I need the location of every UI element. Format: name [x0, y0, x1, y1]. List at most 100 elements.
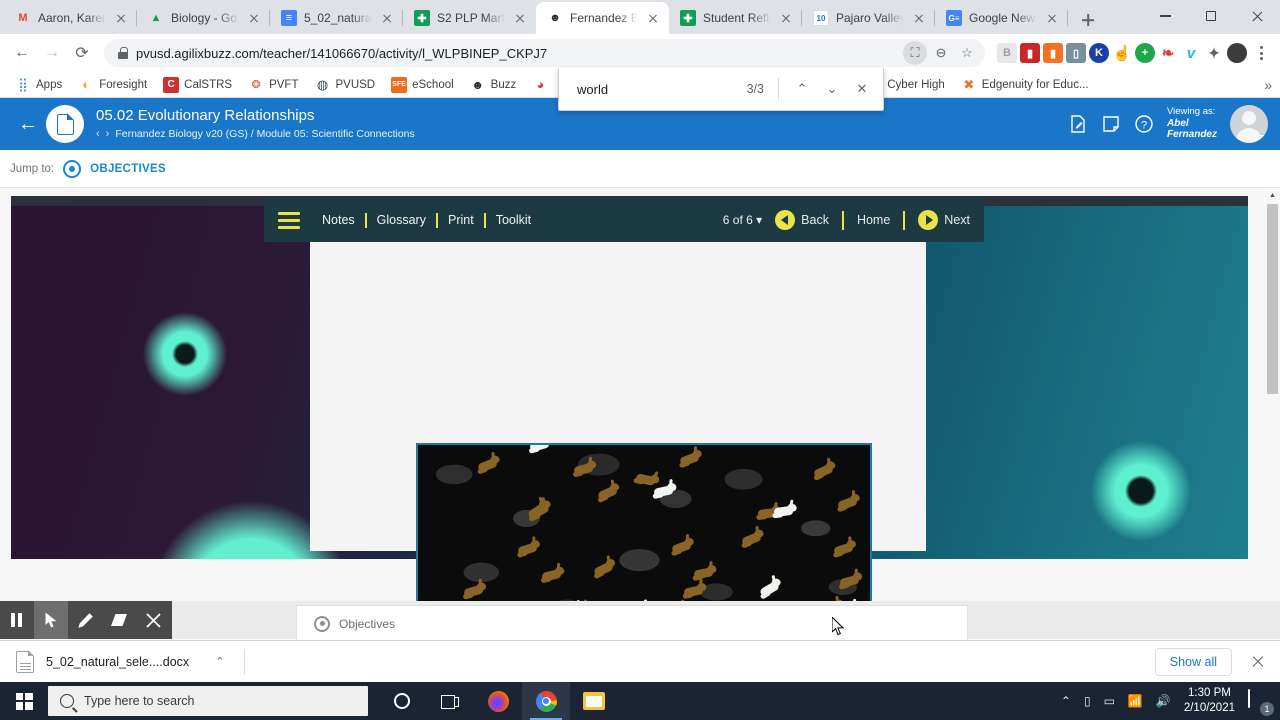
brown-rabbit	[675, 446, 704, 470]
hamburger-menu-icon[interactable]	[278, 211, 300, 229]
edit-doc-icon[interactable]	[1068, 114, 1088, 134]
find-previous-icon[interactable]: ⌃	[787, 74, 817, 104]
scrollbar-thumb[interactable]	[1267, 204, 1278, 394]
breadcrumb-prev-icon[interactable]: ‹	[96, 128, 100, 142]
brown-rabbit	[537, 562, 565, 585]
clock-time: 1:30 PM	[1188, 687, 1231, 700]
objectives-target-icon	[63, 159, 82, 178]
next-circle-icon	[918, 210, 939, 230]
wifi-icon[interactable]: 📶	[1128, 694, 1143, 708]
white-rabbit	[525, 445, 554, 455]
windows-taskbar: Type here to search ⌃ ▯ ▭ 📶 🔊 1:30 PM 2/…	[0, 682, 1280, 720]
app-header-actions: ? Viewing as: Abel Fernandez	[1068, 105, 1268, 143]
white-rabbit	[769, 499, 798, 519]
next-button[interactable]: Next	[918, 210, 970, 230]
file-explorer-icon[interactable]	[570, 682, 618, 720]
close-downloads-icon[interactable]	[1248, 652, 1268, 672]
simulation-nav: 6 of 6 ▾ Back Home Next	[723, 210, 970, 230]
eraser-tool[interactable]	[102, 601, 136, 639]
taskbar-search-input[interactable]: Type here to search	[48, 686, 368, 716]
firefox-icon[interactable]	[474, 682, 522, 720]
simulation-toolbar: Notes Glossary Print Toolkit 6 of 6 ▾ Ba…	[264, 198, 984, 242]
back-label: Back	[801, 213, 829, 227]
find-input[interactable]: world	[577, 82, 747, 97]
divider	[903, 210, 906, 230]
windows-start-icon[interactable]	[0, 682, 48, 720]
taskbar-clock[interactable]: 1:30 PM 2/10/2021	[1184, 686, 1235, 716]
jump-to-objectives-link[interactable]: OBJECTIVES	[90, 163, 166, 175]
breadcrumb-text: Fernandez Biology v20 (GS) / Module 05: …	[115, 127, 415, 140]
download-file-name: 5_02_natural_sele....docx	[46, 654, 190, 669]
avatar[interactable]	[1230, 105, 1268, 143]
breadcrumb-next-icon[interactable]: ›	[106, 128, 110, 142]
download-menu-caret-icon[interactable]: ⌃	[215, 655, 224, 668]
print-link[interactable]: Print	[438, 213, 484, 227]
onedrive-icon[interactable]: ▯	[1084, 694, 1091, 708]
divider	[841, 210, 844, 230]
brown-rabbit	[667, 534, 696, 558]
find-divider	[778, 78, 779, 100]
search-icon	[60, 694, 74, 708]
show-all-downloads-button[interactable]: Show all	[1154, 647, 1232, 676]
brown-rabbit	[459, 578, 488, 602]
find-match-count: 3/3	[746, 82, 764, 96]
brown-rabbit	[473, 451, 502, 477]
mouse-cursor	[832, 617, 844, 636]
objectives-target-icon	[314, 615, 330, 632]
simulation-links: Notes Glossary Print Toolkit	[322, 212, 541, 228]
notes-link[interactable]: Notes	[322, 213, 365, 227]
objectives-card[interactable]: Objectives	[296, 605, 968, 641]
cortana-icon[interactable]	[378, 682, 426, 720]
pointer-tool[interactable]	[34, 601, 68, 639]
brown-rabbit	[588, 555, 617, 581]
glossary-link[interactable]: Glossary	[367, 213, 436, 227]
find-next-icon[interactable]: ⌄	[817, 74, 847, 104]
find-in-page-bar: world 3/3 ⌃ ⌄ ✕	[558, 68, 884, 111]
find-close-icon[interactable]: ✕	[847, 74, 877, 104]
page-count-dropdown[interactable]: 6 of 6 ▾	[723, 213, 762, 227]
toolkit-link[interactable]: Toolkit	[486, 213, 541, 227]
brown-rabbit	[829, 536, 858, 559]
brown-rabbit	[592, 479, 621, 505]
downloads-bar-actions: Show all	[1154, 647, 1268, 676]
close-tool[interactable]	[136, 601, 170, 639]
viewing-as-first-name: Abel	[1166, 117, 1189, 129]
taskbar-icons	[378, 682, 618, 720]
home-button[interactable]: Home	[857, 213, 890, 227]
chrome-icon[interactable]	[522, 682, 570, 720]
pause-tool[interactable]	[0, 601, 34, 639]
search-placeholder: Type here to search	[84, 694, 195, 708]
breadcrumb: ‹ › Fernandez Biology v20 (GS) / Module …	[96, 128, 415, 142]
viewing-as: Viewing as: Abel Fernandez	[1166, 106, 1217, 141]
divider	[244, 648, 246, 675]
scroll-up-icon[interactable]: ▲	[1265, 188, 1280, 203]
chrome-browser-window: M Aaron, Karen ▲ Biology - Go ≡ 5_02_nat…	[0, 0, 1280, 720]
notifications-icon[interactable]: 1	[1248, 689, 1274, 716]
brown-rabbit	[679, 579, 708, 600]
brown-rabbit	[833, 490, 862, 514]
help-icon[interactable]: ?	[1134, 114, 1154, 134]
note-icon[interactable]	[1101, 114, 1121, 134]
white-rabbit	[754, 574, 783, 601]
brown-rabbit	[569, 456, 597, 479]
volume-icon[interactable]: 🔊	[1156, 694, 1171, 708]
battery-icon[interactable]: ▭	[1104, 694, 1115, 708]
viewing-as-last-name: Fernandez	[1166, 129, 1217, 141]
show-hidden-icons[interactable]: ⌃	[1061, 694, 1071, 708]
page-scrollbar[interactable]: ▲	[1265, 188, 1280, 639]
docx-file-icon	[16, 650, 35, 673]
brown-rabbit	[523, 496, 552, 524]
notification-count: 1	[1260, 702, 1274, 716]
downloads-bar: 5_02_natural_sele....docx ⌃ Show all	[0, 640, 1280, 682]
back-button[interactable]: Back	[775, 210, 829, 230]
brown-rabbit	[808, 457, 837, 482]
brown-rabbit	[513, 536, 542, 559]
task-view-icon[interactable]	[426, 682, 474, 720]
avatar-caret-icon[interactable]	[1260, 135, 1268, 141]
app-back-arrow[interactable]: ←	[14, 113, 42, 136]
clock-date: 2/10/2021	[1183, 702, 1235, 714]
download-item[interactable]: 5_02_natural_sele....docx ⌃	[12, 650, 224, 673]
annotation-toolbar	[0, 601, 172, 639]
pen-tool[interactable]	[68, 601, 102, 639]
back-circle-icon	[775, 210, 796, 230]
